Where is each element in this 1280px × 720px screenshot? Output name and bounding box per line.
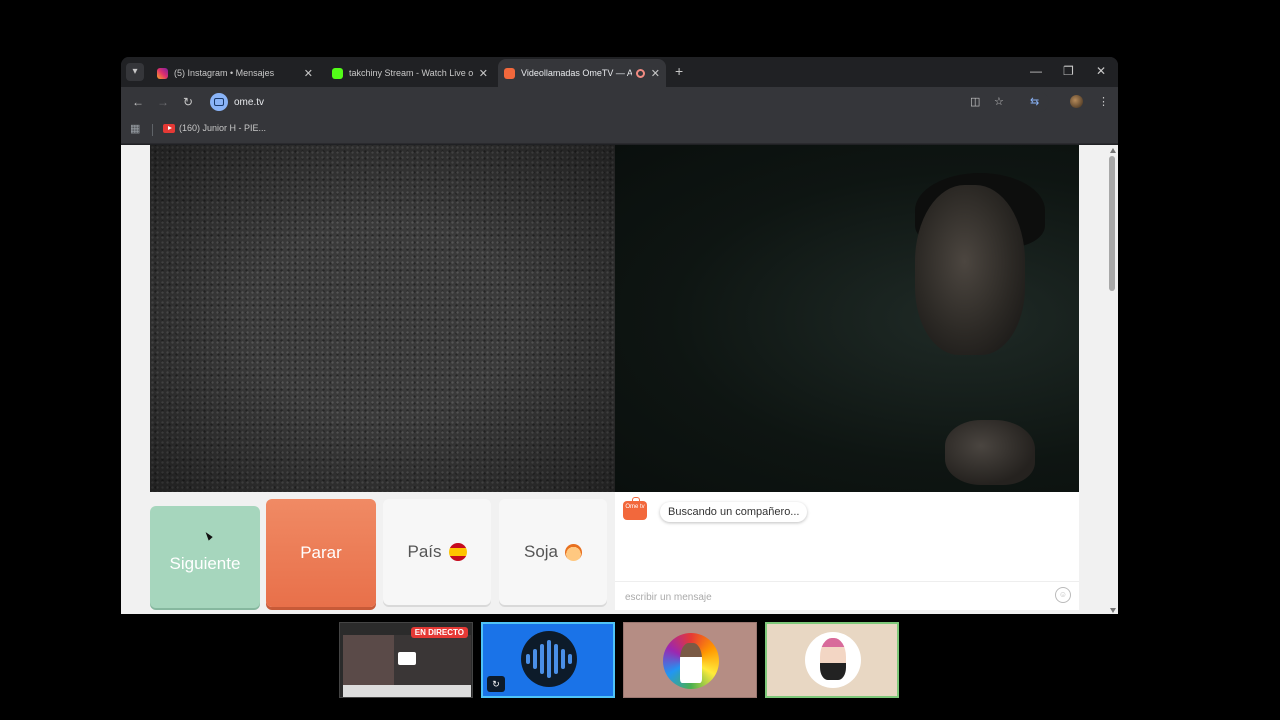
share-icon: ↻ xyxy=(487,676,505,692)
menu-kebab-icon[interactable]: ⋮ xyxy=(1098,95,1109,108)
back-icon[interactable]: ← xyxy=(132,95,144,109)
gender-button[interactable]: Soja xyxy=(499,499,607,605)
participant-avatar xyxy=(663,633,719,689)
minimize-icon[interactable]: — xyxy=(1030,64,1042,78)
tab-title: Videollamadas OmeTV — A xyxy=(521,68,632,78)
boy-face-icon xyxy=(565,543,583,561)
stop-button[interactable]: Parar xyxy=(266,499,376,607)
tab-search-button[interactable]: ▾ xyxy=(126,63,144,81)
new-tab-button[interactable]: + xyxy=(675,63,683,79)
spain-flag-icon xyxy=(448,543,467,561)
scroll-thumb[interactable] xyxy=(1109,156,1115,291)
bookmark-star-icon[interactable]: ☆ xyxy=(994,95,1004,108)
stream-preview-bar xyxy=(343,685,471,697)
country-button[interactable]: País xyxy=(383,499,491,605)
url-text: ome.tv xyxy=(234,96,265,108)
instagram-icon xyxy=(157,67,168,79)
ometv-logo: Ome tv xyxy=(623,497,647,520)
stop-button-label: Parar xyxy=(300,543,342,562)
close-tab-icon[interactable]: ✕ xyxy=(304,67,313,80)
tab-kick-stream[interactable]: takchiny Stream - Watch Live o ✕ xyxy=(326,59,494,87)
install-app-icon[interactable]: ◫ xyxy=(970,95,980,108)
participant-avatar xyxy=(805,632,861,688)
browser-toolbar: ← → ↻ ome.tv ◫ ☆ ⇆ ⋮ xyxy=(121,87,1118,117)
forward-icon[interactable]: → xyxy=(157,95,169,109)
partner-video-static xyxy=(150,145,615,492)
address-bar[interactable]: ome.tv xyxy=(209,92,1049,112)
scroll-up-arrow-icon[interactable] xyxy=(1110,148,1116,153)
recording-icon xyxy=(635,68,645,78)
screen-share-icon xyxy=(398,652,416,665)
audio-wave-icon xyxy=(521,631,577,687)
country-button-label: País xyxy=(407,542,442,561)
person-hand xyxy=(945,420,1035,485)
next-button-label: Siguiente xyxy=(169,554,241,573)
status-message: Buscando un compañero... xyxy=(660,502,808,522)
chat-input-bar: ☺ xyxy=(615,581,1079,612)
person-face xyxy=(915,185,1025,355)
translate-icon[interactable]: ⇆ xyxy=(1030,95,1039,108)
next-button[interactable]: Siguiente xyxy=(150,506,260,608)
browser-window: ▾ (5) Instagram • Mensajes ✕ takchiny St… xyxy=(121,57,1118,614)
tab-strip: ▾ (5) Instagram • Mensajes ✕ takchiny St… xyxy=(121,57,1118,87)
ometv-page: Siguiente Parar País Soja Ome tv Buscand… xyxy=(121,145,1107,614)
bookmark-label: (160) Junior H - PIE... xyxy=(179,123,267,133)
apps-grid-icon[interactable]: ▦ xyxy=(130,124,141,135)
thumbnail-participant-2[interactable] xyxy=(623,622,757,698)
bookmark-item[interactable]: (160) Junior H - PIE... xyxy=(163,123,266,133)
ometv-icon xyxy=(504,67,515,79)
youtube-icon xyxy=(163,123,175,133)
close-tab-icon[interactable]: ✕ xyxy=(651,67,660,80)
tab-instagram[interactable]: (5) Instagram • Mensajes ✕ xyxy=(151,59,319,87)
kick-icon xyxy=(332,67,343,79)
site-info-icon[interactable] xyxy=(210,93,228,111)
tab-title: takchiny Stream - Watch Live o xyxy=(349,68,473,78)
reload-icon[interactable]: ↻ xyxy=(183,95,193,109)
thumbnail-live-stream[interactable]: EN DIRECTO xyxy=(339,622,473,698)
bookmarks-divider xyxy=(152,124,153,136)
profile-avatar[interactable] xyxy=(1070,95,1083,108)
close-tab-icon[interactable]: ✕ xyxy=(479,67,488,80)
tab-ometv[interactable]: Videollamadas OmeTV — A ✕ xyxy=(498,59,666,87)
page-scrollbar[interactable] xyxy=(1107,145,1118,614)
live-badge: EN DIRECTO xyxy=(410,627,468,638)
chat-panel: Ome tv Buscando un compañero... ☺ xyxy=(615,492,1079,612)
thumbnail-participant-3[interactable] xyxy=(765,622,899,698)
scroll-down-arrow-icon[interactable] xyxy=(1110,608,1116,613)
self-camera-video xyxy=(615,145,1079,492)
gender-button-label: Soja xyxy=(523,542,559,561)
thumbnail-audio-participant[interactable]: ↻ xyxy=(481,622,615,698)
bookmarks-bar: ▦ (160) Junior H - PIE... xyxy=(121,117,1118,144)
restore-icon[interactable]: ❐ xyxy=(1063,64,1074,78)
chat-message-input[interactable] xyxy=(623,582,1047,612)
close-window-icon[interactable]: ✕ xyxy=(1096,64,1106,78)
tab-title: (5) Instagram • Mensajes xyxy=(174,68,275,78)
emoji-icon[interactable]: ☺ xyxy=(1055,587,1071,603)
